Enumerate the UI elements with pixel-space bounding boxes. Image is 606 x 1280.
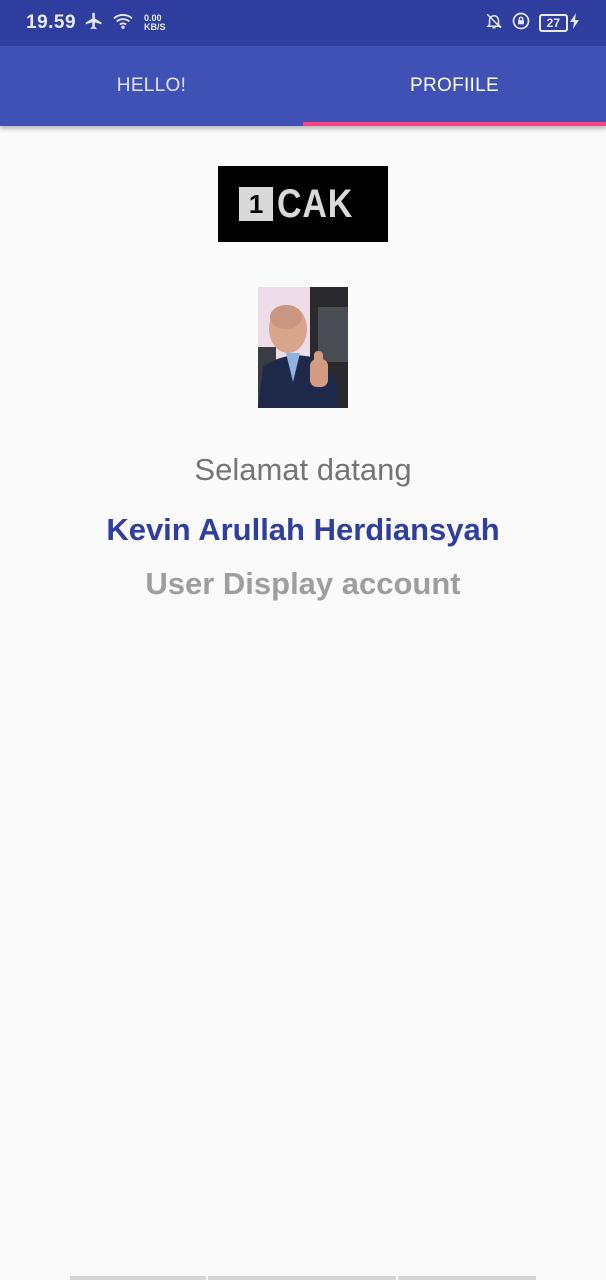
nav-hint-segment — [70, 1276, 206, 1280]
avatar — [258, 287, 348, 408]
netspeed-unit: KB/S — [144, 22, 166, 32]
airplane-icon — [84, 11, 104, 36]
notifications-off-icon — [485, 11, 503, 36]
tab-bar: HELLO! PROFIILE — [0, 46, 606, 126]
battery-level: 27 — [538, 14, 568, 32]
logo-text: CAK — [277, 181, 354, 226]
wifi-icon — [112, 12, 134, 35]
tab-profile[interactable]: PROFIILE — [303, 46, 606, 126]
netspeed-indicator: 0.00 KB/S — [144, 14, 166, 32]
bottom-nav-hint — [70, 1276, 536, 1280]
nav-hint-segment — [398, 1276, 536, 1280]
battery-indicator: 27 — [538, 12, 580, 34]
status-time: 19.59 — [26, 12, 77, 33]
status-right: 27 — [485, 11, 580, 36]
lock-icon — [511, 11, 531, 36]
greeting-text: Selamat datang — [194, 452, 412, 487]
charging-icon — [570, 12, 580, 34]
status-bar: 19.59 0.00 KB/S 27 — [0, 0, 606, 46]
account-label: User Display account — [145, 566, 461, 601]
nav-hint-segment — [208, 1276, 396, 1280]
tab-hello[interactable]: HELLO! — [0, 46, 303, 126]
user-name: Kevin Arullah Herdiansyah — [106, 512, 500, 547]
logo-digit: 1 — [239, 187, 274, 221]
status-left: 19.59 0.00 KB/S — [26, 11, 166, 36]
app-logo: 1 CAK — [218, 166, 388, 242]
